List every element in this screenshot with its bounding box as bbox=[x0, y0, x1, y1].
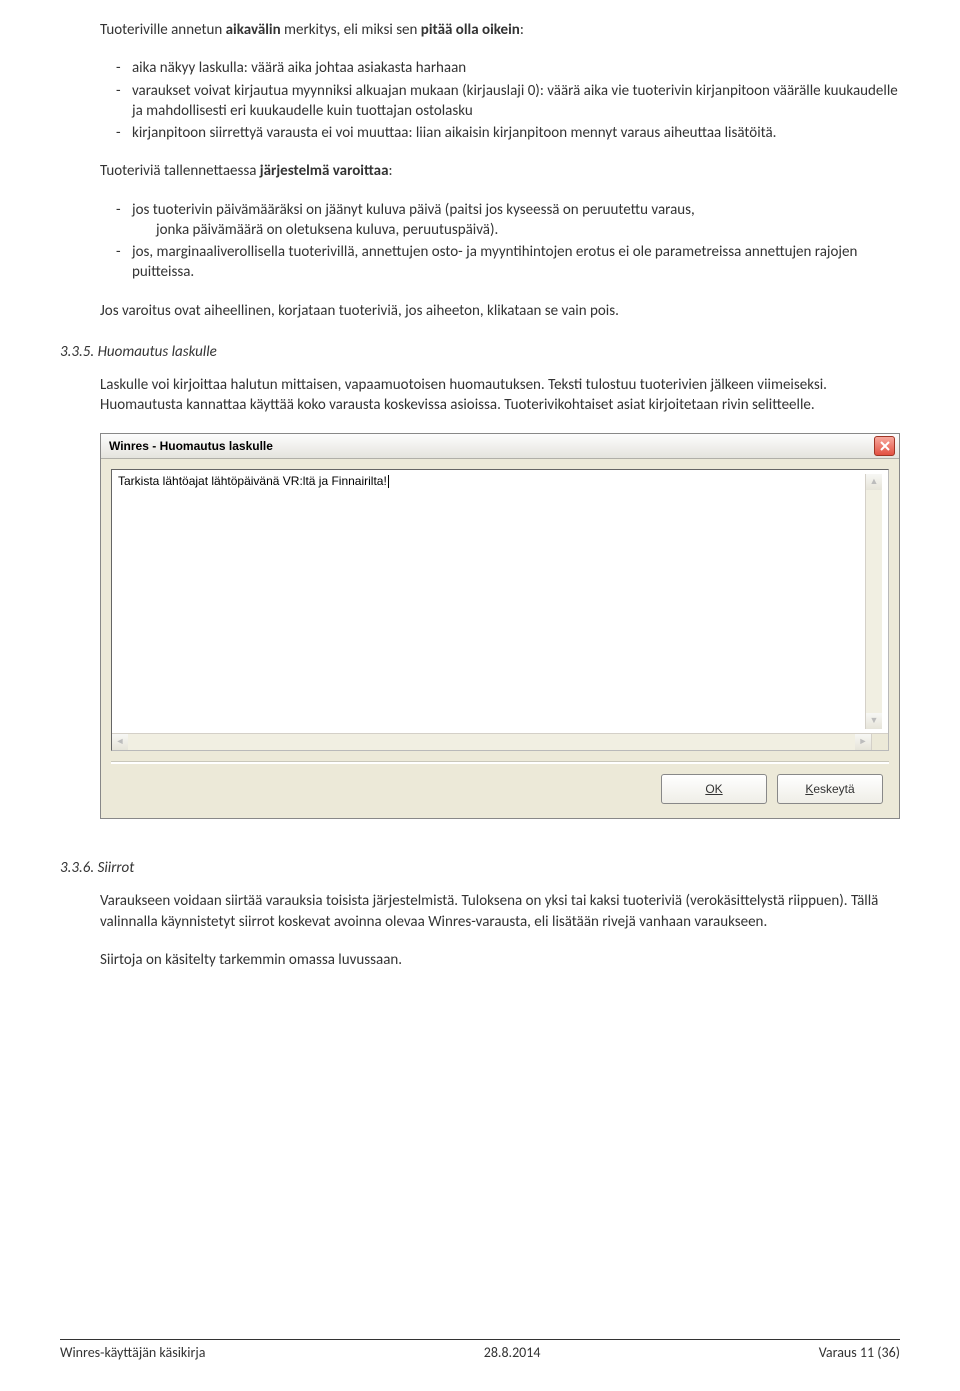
warning-intro: Tuoteriviä tallennettaessa järjestelmä v… bbox=[100, 161, 900, 181]
footer-left: Winres-käyttäjän käsikirja bbox=[60, 1344, 205, 1361]
horizontal-scrollbar[interactable]: ◄ ► bbox=[112, 733, 888, 750]
dialog-title-text: Winres - Huomautus laskulle bbox=[109, 439, 273, 453]
cancel-button[interactable]: Keskeytä bbox=[777, 774, 883, 804]
list-item: varaukset voivat kirjautua myynniksi alk… bbox=[116, 81, 900, 122]
page-footer: Winres-käyttäjän käsikirja 28.8.2014 Var… bbox=[60, 1339, 900, 1361]
scroll-up-icon[interactable]: ▲ bbox=[866, 474, 882, 490]
note-textarea[interactable]: Tarkista lähtöajat lähtöpäivänä VR:ltä j… bbox=[111, 469, 889, 751]
intro-line: Tuoteriville annetun aikavälin merkitys,… bbox=[100, 20, 900, 40]
scroll-right-icon[interactable]: ► bbox=[855, 734, 871, 750]
ok-button[interactable]: OK bbox=[661, 774, 767, 804]
scroll-left-icon[interactable]: ◄ bbox=[112, 734, 128, 750]
section-335-heading: 3.3.5. Huomautus laskulle bbox=[60, 343, 900, 361]
dialog-titlebar: Winres - Huomautus laskulle bbox=[101, 434, 899, 459]
list-item: aika näkyy laskulla: väärä aika johtaa a… bbox=[116, 58, 900, 78]
list-item: kirjanpitoon siirrettyä varausta ei voi … bbox=[116, 123, 900, 143]
vertical-scrollbar[interactable]: ▲ ▼ bbox=[865, 474, 882, 729]
close-icon[interactable] bbox=[874, 436, 895, 456]
section-335-body: Laskulle voi kirjoittaa halutun mittaise… bbox=[100, 375, 900, 416]
note-dialog: Winres - Huomautus laskulle Tarkista läh… bbox=[100, 433, 900, 819]
warning-list: jos tuoterivin päivämääräksi on jäänyt k… bbox=[100, 200, 900, 283]
scroll-down-icon[interactable]: ▼ bbox=[866, 713, 882, 729]
section-336-p2: Siirtoja on käsitelty tarkemmin omassa l… bbox=[100, 950, 900, 970]
section-336-heading: 3.3.6. Siirrot bbox=[60, 859, 900, 877]
footer-center: 28.8.2014 bbox=[484, 1344, 541, 1361]
footer-right: Varaus 11 (36) bbox=[819, 1344, 900, 1361]
section-336-p1: Varaukseen voidaan siirtää varauksia toi… bbox=[100, 891, 900, 932]
warning-outro: Jos varoitus ovat aiheellinen, korjataan… bbox=[100, 301, 900, 321]
list-item: jos, marginaaliverollisella tuoterivillä… bbox=[116, 242, 900, 283]
list-item: jos tuoterivin päivämääräksi on jäänyt k… bbox=[116, 200, 900, 241]
reasons-list: aika näkyy laskulla: väärä aika johtaa a… bbox=[100, 58, 900, 143]
